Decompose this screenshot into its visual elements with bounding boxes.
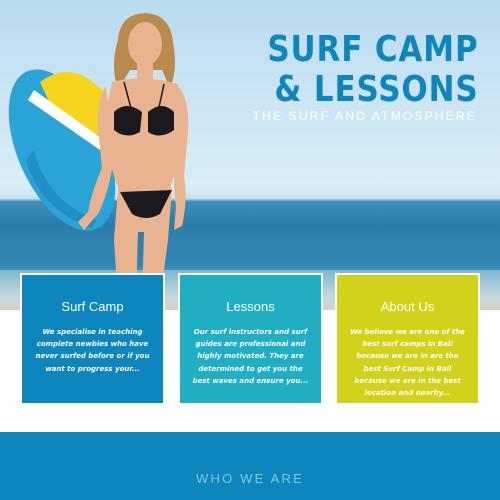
card-surf-camp[interactable]: Surf Camp We specialise in teaching comp… <box>20 273 165 405</box>
card-text: Our surf instructors and surf guides are… <box>192 328 309 385</box>
who-we-are-section: WHO WE ARE <box>0 432 500 500</box>
section-title: WHO WE ARE <box>196 471 304 486</box>
card-text: We specialise in teaching complete newbi… <box>35 328 150 373</box>
hero-banner: SURF CAMP & LESSONS THE SURF AND ATMOSPH… <box>0 0 500 310</box>
hero-title-line1: SURF CAMP <box>266 29 478 70</box>
hero-title: SURF CAMP & LESSONS <box>267 30 478 110</box>
card-about-us[interactable]: About Us We believe we are one of the be… <box>335 273 480 405</box>
card-title[interactable]: About Us <box>337 299 478 314</box>
hero-title-line2: & LESSONS <box>273 69 478 110</box>
card-title[interactable]: Lessons <box>180 299 321 314</box>
card-text: We believe we are one of the best surf c… <box>350 328 465 398</box>
card-lessons[interactable]: Lessons Our surf instructors and surf gu… <box>178 273 323 405</box>
hero-subtitle: THE SURF AND ATMOSPHERE <box>252 109 477 123</box>
card-title[interactable]: Surf Camp <box>22 299 163 314</box>
